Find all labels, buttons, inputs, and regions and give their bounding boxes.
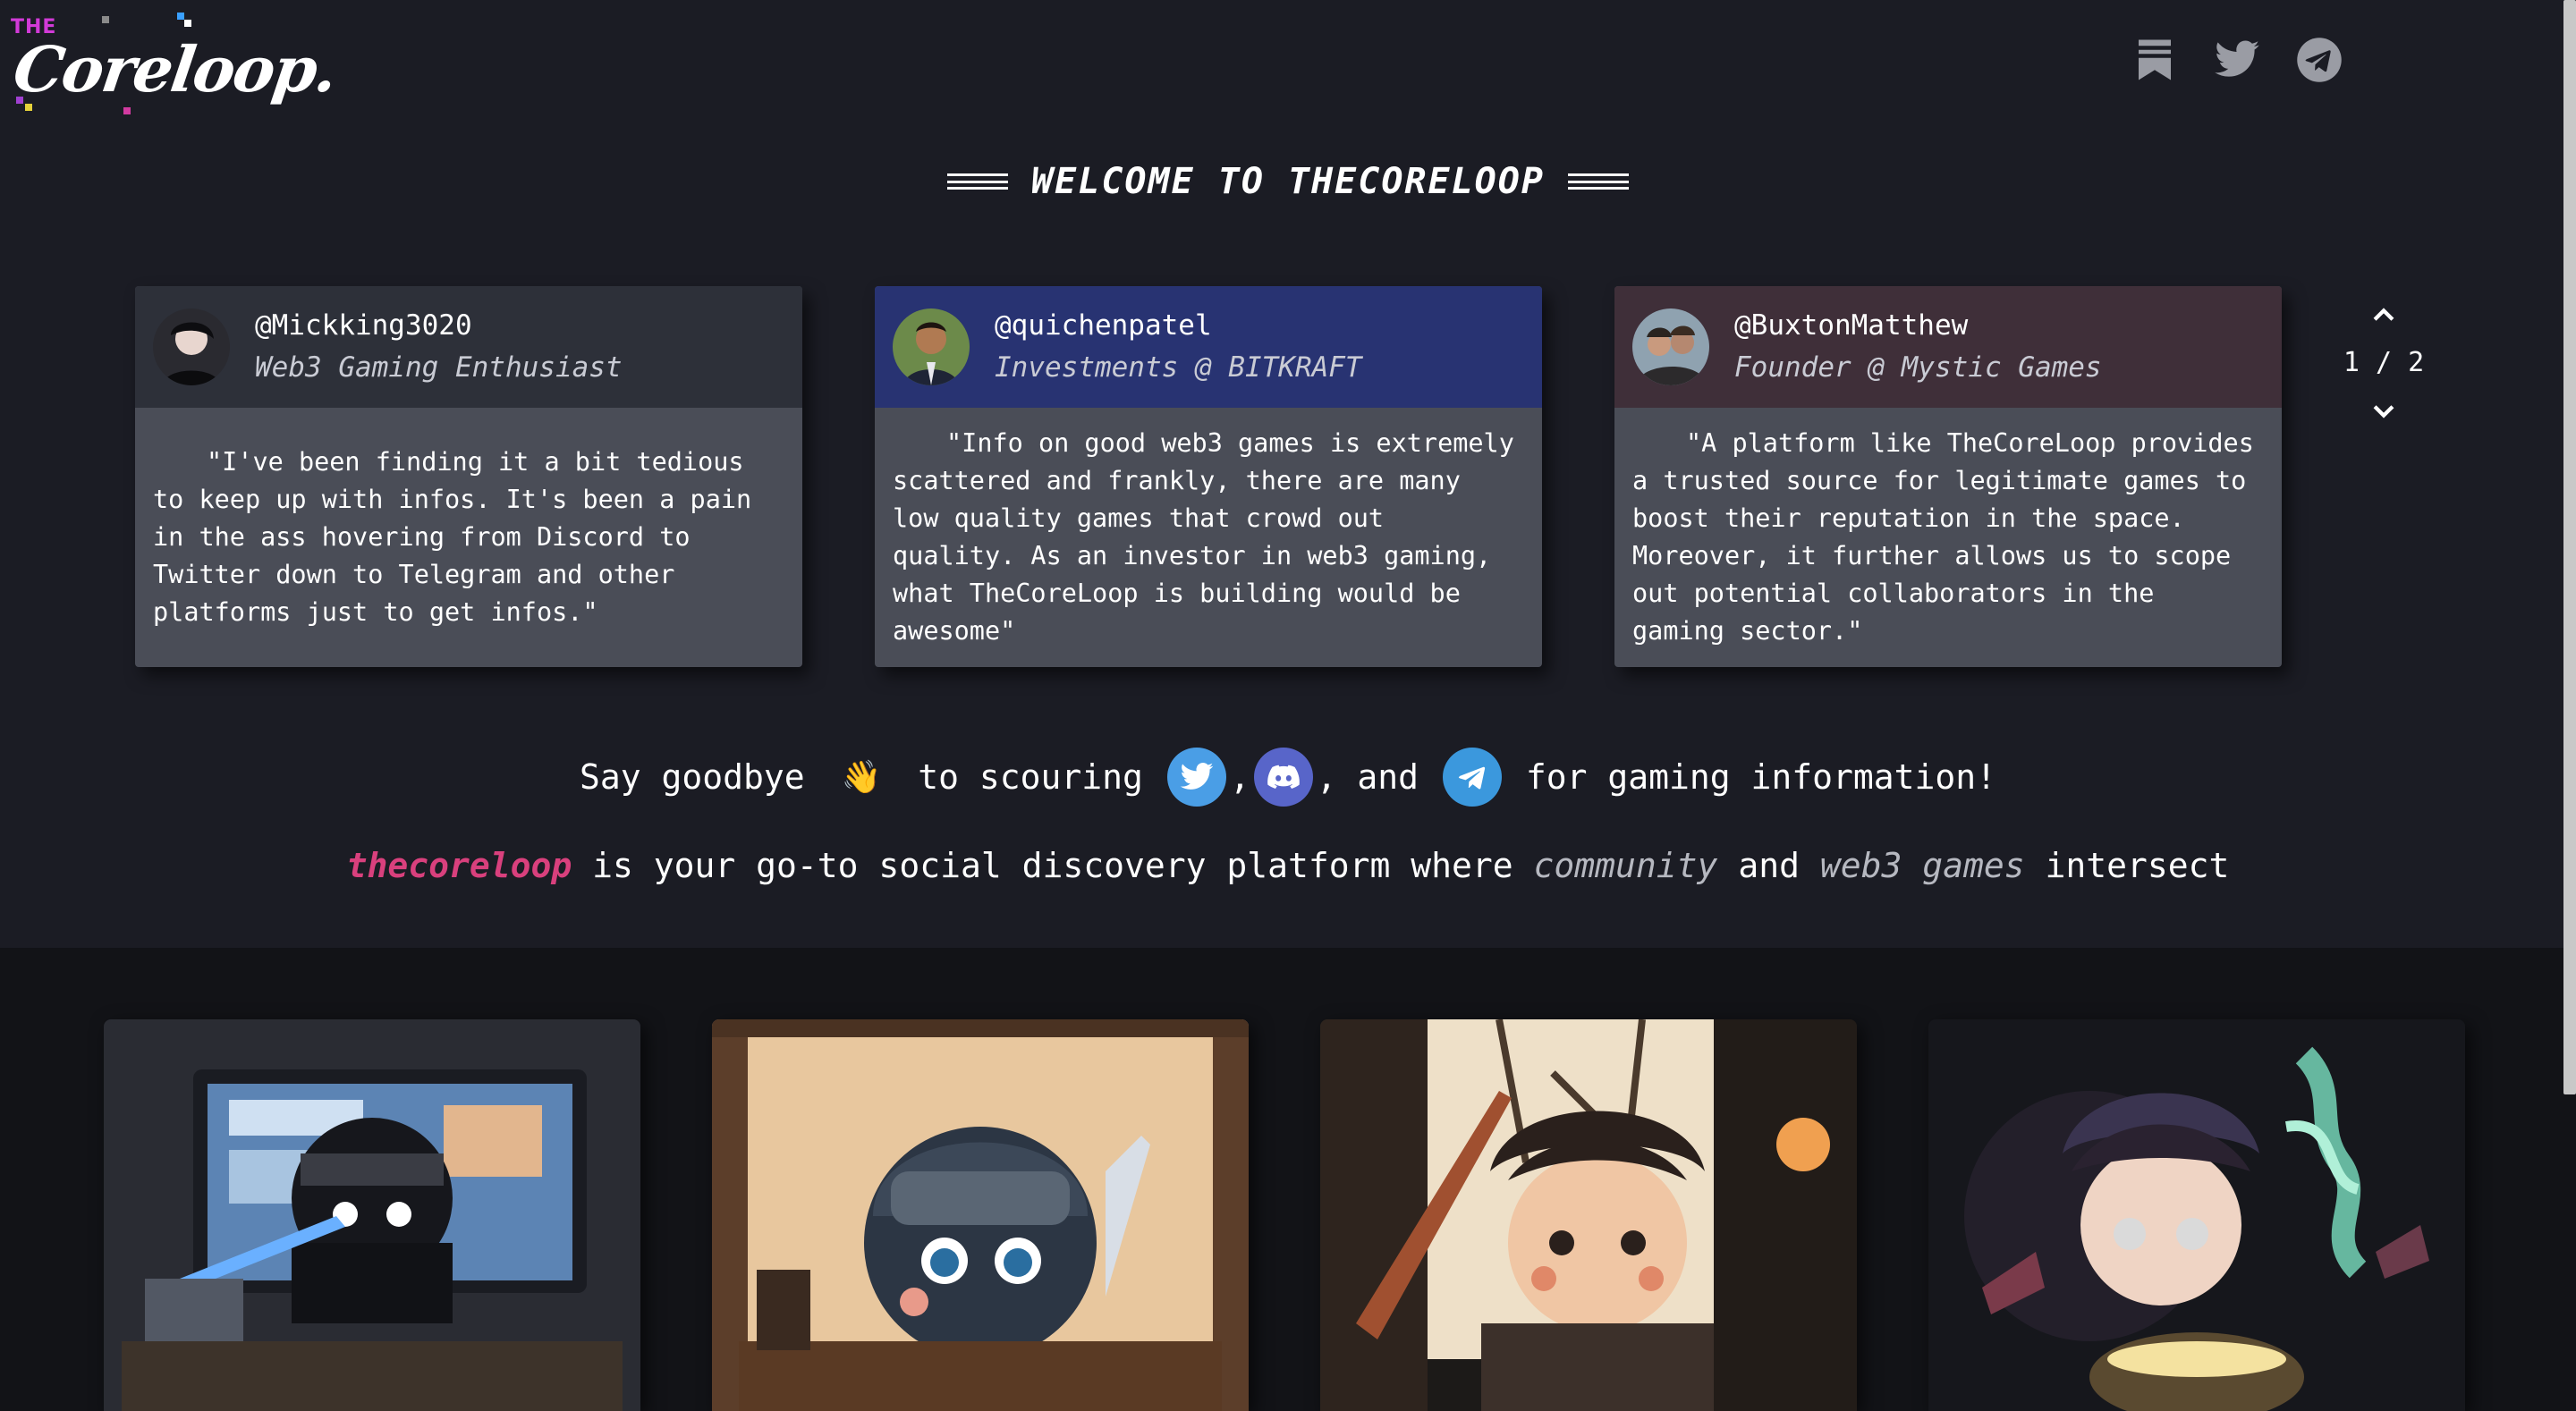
twitter-icon[interactable]	[2213, 36, 2261, 84]
game-card-image[interactable]	[1320, 1019, 1857, 1411]
game-card-image[interactable]	[712, 1019, 1249, 1411]
carousel-pager: 1 / 2	[2334, 295, 2433, 456]
avatar	[153, 308, 230, 385]
game-card-image[interactable]	[104, 1019, 640, 1411]
social-links	[2131, 36, 2343, 84]
tagline: Say goodbye 👋 to scouring , , and for ga…	[0, 748, 2576, 807]
logo-pixel	[25, 104, 32, 111]
tagline-text: , and	[1316, 757, 1439, 797]
testimonial-handle[interactable]: @BuxtonMatthew	[1734, 305, 2102, 346]
logo-pixel	[177, 13, 184, 20]
site-header: THE Coreloop.	[0, 0, 2576, 134]
welcome-heading: WELCOME TO THECORELOOP	[0, 161, 2576, 202]
tagline-text: to scouring	[897, 757, 1164, 797]
testimonial-card: @quichenpatel Investments @ BITKRAFT "In…	[875, 286, 1542, 667]
logo-wordmark: Coreloop.	[9, 32, 341, 106]
avatar	[1632, 308, 1709, 385]
testimonial-handle[interactable]: @quichenpatel	[995, 305, 1362, 346]
current-page: 1	[2343, 347, 2360, 378]
twitter-icon	[1166, 748, 1226, 807]
testimonial-handle[interactable]: @Mickking3020	[255, 305, 623, 346]
testimonial-carousel: @Mickking3020 Web3 Gaming Enthusiast "I'…	[135, 286, 2282, 671]
description-text: and	[1717, 846, 1820, 885]
logo-pixel	[184, 20, 191, 27]
chevron-up-icon[interactable]	[2334, 295, 2433, 336]
testimonial-quote: "Info on good web3 games is extremely sc…	[893, 428, 1514, 646]
telegram-icon	[1442, 748, 1502, 807]
testimonial-header: @quichenpatel Investments @ BITKRAFT	[875, 286, 1542, 408]
logo-pixel	[102, 16, 109, 23]
waving-hand-icon: 👋	[841, 759, 882, 796]
testimonial-quote: "I've been finding it a bit tedious to k…	[153, 447, 752, 627]
decorative-lines	[947, 170, 1009, 193]
testimonial-quote: "A platform like TheCoreLoop provides a …	[1632, 428, 2254, 646]
testimonial-header: @Mickking3020 Web3 Gaming Enthusiast	[135, 286, 802, 408]
game-card-image[interactable]	[1928, 1019, 2465, 1411]
page-scrollbar[interactable]	[2563, 0, 2576, 1094]
total-pages: 2	[2408, 347, 2425, 378]
keyword-community: community	[1533, 846, 1718, 885]
keyword-web3-games: web3 games	[1819, 846, 2025, 885]
site-logo[interactable]: THE Coreloop.	[7, 11, 341, 118]
page-separator: /	[2375, 347, 2393, 378]
platform-description: thecoreloop is your go-to social discove…	[0, 846, 2576, 885]
description-text: is your go-to social discovery platform …	[572, 846, 1534, 885]
bookmark-icon[interactable]	[2131, 36, 2179, 84]
testimonial-role: Founder @ Mystic Games	[1734, 351, 2102, 384]
welcome-title: WELCOME TO THECORELOOP	[1031, 161, 1545, 202]
testimonial-card: @BuxtonMatthew Founder @ Mystic Games "A…	[1614, 286, 2282, 667]
avatar	[893, 308, 970, 385]
description-text: intersect	[2024, 846, 2230, 885]
logo-pixel	[123, 107, 131, 114]
telegram-icon[interactable]	[2295, 36, 2343, 84]
decorative-lines	[1567, 170, 1629, 193]
testimonial-card: @Mickking3020 Web3 Gaming Enthusiast "I'…	[135, 286, 802, 667]
logo-pixel	[16, 97, 23, 104]
brand-name: thecoreloop	[346, 846, 572, 885]
testimonial-role: Investments @ BITKRAFT	[995, 351, 1362, 384]
testimonial-header: @BuxtonMatthew Founder @ Mystic Games	[1614, 286, 2282, 408]
testimonial-role: Web3 Gaming Enthusiast	[255, 351, 623, 384]
tagline-text: for gaming information!	[1504, 757, 1997, 797]
page-indicator: 1 / 2	[2334, 336, 2433, 390]
tagline-text: Say goodbye	[579, 757, 826, 797]
discord-icon	[1253, 748, 1313, 807]
tagline-text: ,	[1229, 757, 1250, 797]
chevron-down-icon[interactable]	[2334, 390, 2433, 431]
